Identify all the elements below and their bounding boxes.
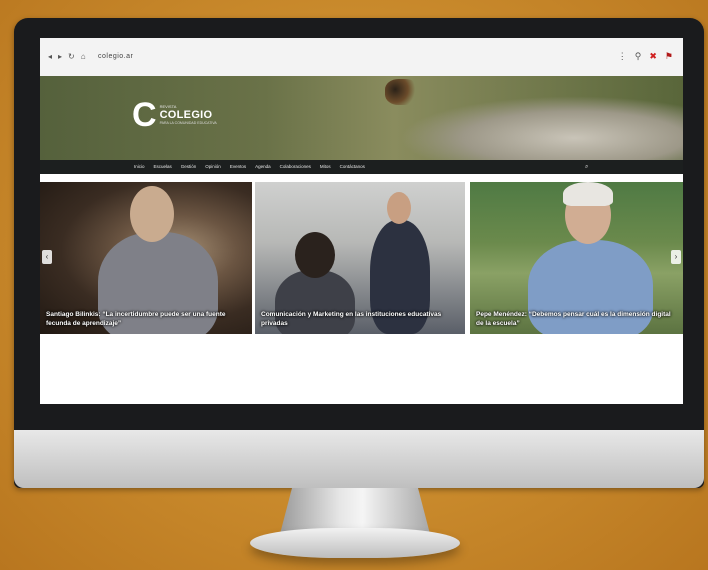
- back-icon[interactable]: ◂: [48, 53, 52, 61]
- logo-tagline: PARA LA COMUNIDAD EDUCATIVA: [159, 121, 217, 125]
- bookmark-icon[interactable]: ⚑: [665, 51, 673, 61]
- menu-item-contacto[interactable]: Contáctanos: [340, 160, 365, 174]
- slide-caption[interactable]: Pepe Menéndez: “Debemos pensar cuál es l…: [476, 310, 677, 328]
- slide-photo: [563, 182, 613, 206]
- main-menu: Inicio Escuelas Gestión Opinión Eventos …: [40, 160, 683, 174]
- slide-caption[interactable]: Comunicación y Marketing en las instituc…: [261, 310, 459, 328]
- slide-card[interactable]: Santiago Bilinkis: “La incertidumbre pue…: [40, 182, 252, 334]
- address-bar[interactable]: colegio.ar: [98, 52, 133, 62]
- menu-item-mitos[interactable]: Mitos: [320, 160, 331, 174]
- site-logo[interactable]: C REVISTA COLEGIO PARA LA COMUNIDAD EDUC…: [132, 98, 217, 132]
- menu-items: Inicio Escuelas Gestión Opinión Eventos …: [134, 160, 365, 174]
- butterfly-image: [385, 79, 419, 105]
- search-icon[interactable]: ⚲: [635, 51, 642, 61]
- banner-photo: [400, 96, 683, 160]
- logo-name: COLEGIO: [159, 109, 213, 121]
- menu-item-agenda[interactable]: Agenda: [255, 160, 271, 174]
- browser-nav: ◂ ▸ ↻ ⌂: [48, 53, 86, 61]
- featured-slider: Santiago Bilinkis: “La incertidumbre pue…: [40, 182, 683, 334]
- forward-icon[interactable]: ▸: [58, 53, 62, 61]
- reload-icon[interactable]: ↻: [68, 53, 75, 61]
- menu-item-opinion[interactable]: Opinión: [205, 160, 221, 174]
- menu-item-colaboraciones[interactable]: Colaboraciones: [280, 160, 311, 174]
- slide-photo: [295, 232, 335, 278]
- slider-prev-button[interactable]: ‹: [42, 250, 52, 264]
- monitor-chin: [14, 430, 704, 488]
- search-icon[interactable]: ⌕: [585, 160, 588, 174]
- menu-icon[interactable]: ⋮: [618, 51, 627, 61]
- browser-extensions: ⋮ ⚲ ✖ ⚑: [618, 51, 673, 61]
- slide-caption[interactable]: Santiago Bilinkis: “La incertidumbre pue…: [46, 310, 246, 328]
- logo-letter: C: [132, 96, 157, 134]
- browser-toolbar: ◂ ▸ ↻ ⌂ colegio.ar ⋮ ⚲ ✖ ⚑: [40, 38, 683, 77]
- menu-item-escuelas[interactable]: Escuelas: [154, 160, 172, 174]
- slide-card[interactable]: Pepe Menéndez: “Debemos pensar cuál es l…: [470, 182, 683, 334]
- slide-photo: [387, 192, 411, 224]
- monitor-screen: ◂ ▸ ↻ ⌂ colegio.ar ⋮ ⚲ ✖ ⚑ C REVISTA COL…: [40, 38, 683, 404]
- menu-item-eventos[interactable]: Eventos: [230, 160, 246, 174]
- home-icon[interactable]: ⌂: [81, 53, 86, 61]
- menu-item-inicio[interactable]: Inicio: [134, 160, 145, 174]
- adblock-icon[interactable]: ✖: [649, 51, 657, 61]
- slide-card[interactable]: Comunicación y Marketing en las instituc…: [255, 182, 465, 334]
- menu-item-gestion[interactable]: Gestión: [181, 160, 197, 174]
- monitor-stand-base: [250, 528, 460, 558]
- slider-next-button[interactable]: ›: [671, 250, 681, 264]
- site-header-banner: C REVISTA COLEGIO PARA LA COMUNIDAD EDUC…: [40, 76, 683, 160]
- slide-photo: [130, 186, 174, 242]
- logo-text: REVISTA COLEGIO PARA LA COMUNIDAD EDUCAT…: [160, 104, 217, 126]
